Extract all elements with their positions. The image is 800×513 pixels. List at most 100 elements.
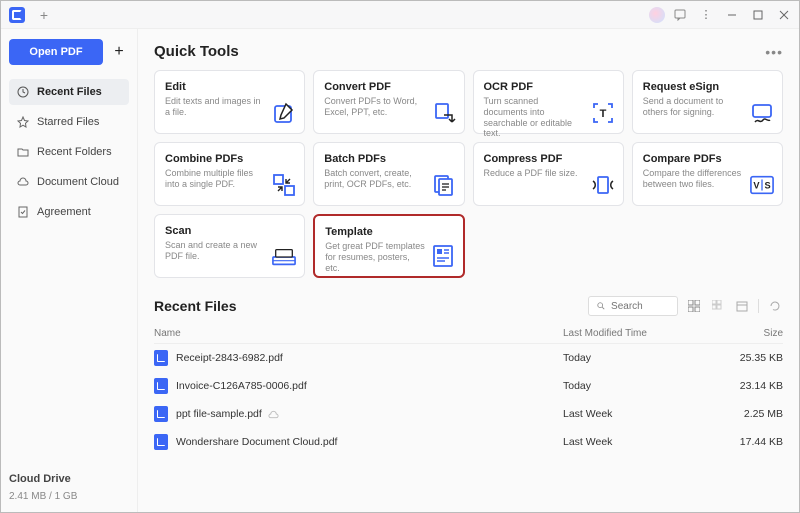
- close-button[interactable]: [773, 4, 795, 26]
- edit-icon: [272, 101, 296, 125]
- sidebar-item-label: Document Cloud: [37, 176, 119, 188]
- file-row[interactable]: ppt file-sample.pdf Last Week2.25 MB: [154, 400, 783, 428]
- esign-icon: [750, 101, 774, 125]
- compress-icon: [591, 173, 615, 197]
- pdf-file-icon: [154, 434, 168, 450]
- refresh-icon[interactable]: [767, 298, 783, 314]
- calendar-filter-icon[interactable]: [734, 298, 750, 314]
- file-size: 2.25 MB: [723, 408, 783, 420]
- file-size: 25.35 KB: [723, 352, 783, 364]
- cloud-icon: [17, 176, 29, 188]
- pdf-file-icon: [154, 350, 168, 366]
- file-name: Wondershare Document Cloud.pdf: [176, 436, 337, 448]
- app-logo-icon: [9, 7, 25, 23]
- tool-desc: Send a document to others for signing.: [643, 96, 743, 118]
- file-size: 23.14 KB: [723, 380, 783, 392]
- file-name: Receipt-2843-6982.pdf: [176, 352, 283, 364]
- tool-title: Scan: [165, 225, 294, 237]
- tool-card-batch[interactable]: Batch PDFs Batch convert, create, print, …: [313, 142, 464, 206]
- tool-card-edit[interactable]: Edit Edit texts and images in a file.: [154, 70, 305, 134]
- search-input[interactable]: [611, 301, 669, 312]
- file-row[interactable]: Wondershare Document Cloud.pdf Last Week1…: [154, 428, 783, 456]
- tool-card-convert[interactable]: Convert PDF Convert PDFs to Word, Excel, …: [313, 70, 464, 134]
- tool-title: Edit: [165, 81, 294, 93]
- tool-title: OCR PDF: [484, 81, 613, 93]
- tool-card-compare[interactable]: Compare PDFs Compare the differences betw…: [632, 142, 783, 206]
- folder-icon: [17, 146, 29, 158]
- sidebar-item-label: Agreement: [37, 206, 91, 218]
- tool-card-template[interactable]: Template Get great PDF templates for resu…: [313, 214, 464, 278]
- batch-icon: [432, 173, 456, 197]
- sidebar-item-starred-files[interactable]: Starred Files: [9, 109, 129, 135]
- column-modified[interactable]: Last Modified Time: [563, 328, 723, 339]
- pdf-file-icon: [154, 378, 168, 394]
- tool-card-compress[interactable]: Compress PDF Reduce a PDF file size.: [473, 142, 624, 206]
- titlebar: + ⋮: [1, 1, 799, 29]
- convert-icon: [432, 101, 456, 125]
- tool-title: Template: [325, 226, 452, 238]
- view-list-icon[interactable]: [686, 298, 702, 314]
- view-grid-icon[interactable]: [710, 298, 726, 314]
- tool-desc: Batch convert, create, print, OCR PDFs, …: [324, 168, 424, 190]
- file-row[interactable]: Receipt-2843-6982.pdf Today25.35 KB: [154, 344, 783, 372]
- recent-files-title: Recent Files: [154, 298, 236, 314]
- tool-card-scan[interactable]: ScanScan and create a new PDF file.: [154, 214, 305, 278]
- tool-desc: Turn scanned documents into searchable o…: [484, 96, 584, 139]
- tool-card-ocr[interactable]: OCR PDFTurn scanned documents into searc…: [473, 70, 624, 134]
- file-modified: Today: [563, 380, 723, 392]
- file-name: ppt file-sample.pdf: [176, 408, 262, 420]
- tool-desc: Convert PDFs to Word, Excel, PPT, etc.: [324, 96, 424, 118]
- sidebar-item-recent-files[interactable]: Recent Files: [9, 79, 129, 105]
- pdf-file-icon: [154, 406, 168, 422]
- sidebar-item-recent-folders[interactable]: Recent Folders: [9, 139, 129, 165]
- file-modified: Last Week: [563, 436, 723, 448]
- tool-card-esign[interactable]: Request eSign Send a document to others f…: [632, 70, 783, 134]
- tool-desc: Get great PDF templates for resumes, pos…: [325, 241, 425, 273]
- tool-title: Batch PDFs: [324, 153, 453, 165]
- new-tab-button[interactable]: +: [35, 6, 53, 24]
- file-name: Invoice-C126A785-0006.pdf: [176, 380, 307, 392]
- file-size: 17.44 KB: [723, 436, 783, 448]
- cloud-drive-label: Cloud Drive: [9, 473, 129, 485]
- account-avatar-icon[interactable]: [649, 7, 665, 23]
- sidebar: Open PDF + Recent Files Starred Files Rece…: [1, 29, 138, 512]
- maximize-button[interactable]: [747, 4, 769, 26]
- add-button[interactable]: +: [109, 42, 129, 62]
- tool-title: Compress PDF: [484, 153, 613, 165]
- svg-text:V: V: [753, 181, 760, 191]
- tool-desc: Reduce a PDF file size.: [484, 168, 584, 179]
- open-pdf-button[interactable]: Open PDF: [9, 39, 103, 65]
- tool-desc: Edit texts and images in a file.: [165, 96, 265, 118]
- template-icon: [431, 244, 455, 268]
- kebab-menu-icon[interactable]: ⋮: [695, 4, 717, 26]
- quick-tools-title: Quick Tools: [154, 43, 239, 60]
- sidebar-item-document-cloud[interactable]: Document Cloud: [9, 169, 129, 195]
- sidebar-item-label: Recent Files: [37, 86, 102, 98]
- tool-desc: Compare the differences between two file…: [643, 168, 743, 190]
- scan-icon: [272, 245, 296, 269]
- sidebar-item-agreement[interactable]: Agreement: [9, 199, 129, 225]
- tool-title: Convert PDF: [324, 81, 453, 93]
- cloud-badge-icon: [268, 410, 279, 419]
- tool-card-combine[interactable]: Combine PDFs Combine multiple files into …: [154, 142, 305, 206]
- svg-text:S: S: [764, 181, 770, 191]
- feedback-icon[interactable]: [669, 4, 691, 26]
- tool-desc: Combine multiple files into a single PDF…: [165, 168, 265, 190]
- column-name[interactable]: Name: [154, 328, 563, 339]
- sidebar-item-label: Recent Folders: [37, 146, 112, 158]
- svg-text:T: T: [599, 108, 606, 120]
- file-modified: Today: [563, 352, 723, 364]
- search-box[interactable]: [588, 296, 678, 316]
- tool-title: Compare PDFs: [643, 153, 772, 165]
- ocr-icon: T: [591, 101, 615, 125]
- clock-icon: [17, 86, 29, 98]
- minimize-button[interactable]: [721, 4, 743, 26]
- file-modified: Last Week: [563, 408, 723, 420]
- column-size[interactable]: Size: [723, 328, 783, 339]
- quick-tools-more-button[interactable]: •••: [765, 44, 783, 60]
- tool-title: Combine PDFs: [165, 153, 294, 165]
- star-icon: [17, 116, 29, 128]
- tool-title: Request eSign: [643, 81, 772, 93]
- file-row[interactable]: Invoice-C126A785-0006.pdf Today23.14 KB: [154, 372, 783, 400]
- sidebar-item-label: Starred Files: [37, 116, 99, 128]
